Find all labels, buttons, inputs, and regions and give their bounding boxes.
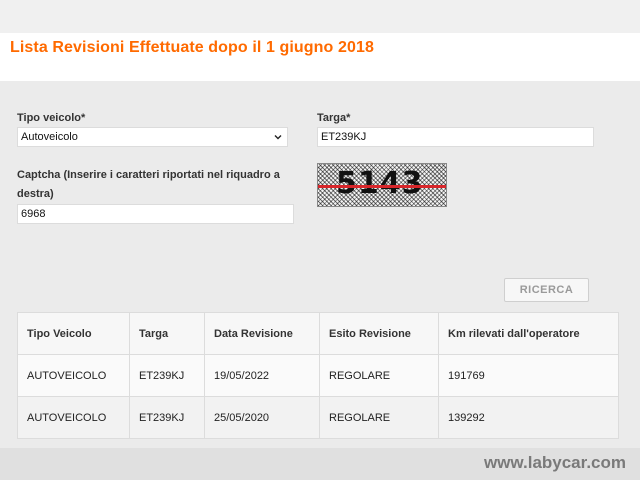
top-bar — [0, 0, 640, 33]
cell-tipo-veicolo: AUTOVEICOLO — [17, 396, 130, 439]
table-header-row: Tipo Veicolo Targa Data Revisione Esito … — [17, 312, 619, 355]
cell-data-revisione: 19/05/2022 — [204, 354, 320, 397]
tipo-veicolo-select[interactable]: Autoveicolo — [17, 127, 288, 147]
results-table: Tipo Veicolo Targa Data Revisione Esito … — [17, 312, 619, 439]
captcha-image: 5143 — [317, 163, 447, 207]
cell-data-revisione: 25/05/2020 — [204, 396, 320, 439]
cell-targa: ET239KJ — [129, 354, 205, 397]
cell-esito-revisione: REGOLARE — [319, 396, 439, 439]
table-row: AUTOVEICOLO ET239KJ 25/05/2020 REGOLARE … — [17, 396, 619, 439]
col-km-rilevati: Km rilevati dall'operatore — [438, 312, 619, 355]
col-data-revisione: Data Revisione — [204, 312, 320, 355]
cell-targa: ET239KJ — [129, 396, 205, 439]
captcha-image-text: 5143 — [336, 166, 424, 201]
captcha-label-line2: destra) — [17, 188, 54, 200]
col-tipo-veicolo: Tipo Veicolo — [17, 312, 130, 355]
search-button[interactable]: RICERCA — [504, 278, 589, 302]
cell-tipo-veicolo: AUTOVEICOLO — [17, 354, 130, 397]
captcha-strike-line — [318, 185, 446, 188]
cell-km-rilevati: 191769 — [438, 354, 619, 397]
col-esito-revisione: Esito Revisione — [319, 312, 439, 355]
watermark: www.labycar.com — [483, 453, 626, 472]
captcha-input[interactable] — [17, 204, 294, 224]
table-row: AUTOVEICOLO ET239KJ 19/05/2022 REGOLARE … — [17, 354, 619, 397]
cell-km-rilevati: 139292 — [438, 396, 619, 439]
chevron-down-icon — [274, 135, 282, 140]
page-title: Lista Revisioni Effettuate dopo il 1 giu… — [10, 39, 374, 56]
tipo-veicolo-value: Autoveicolo — [21, 131, 78, 143]
targa-input[interactable] — [317, 127, 594, 147]
col-targa: Targa — [129, 312, 205, 355]
captcha-label-line1: Captcha (Inserire i caratteri riportati … — [17, 169, 280, 181]
tipo-veicolo-label: Tipo veicolo* — [17, 112, 86, 124]
targa-label: Targa* — [317, 112, 351, 124]
cell-esito-revisione: REGOLARE — [319, 354, 439, 397]
